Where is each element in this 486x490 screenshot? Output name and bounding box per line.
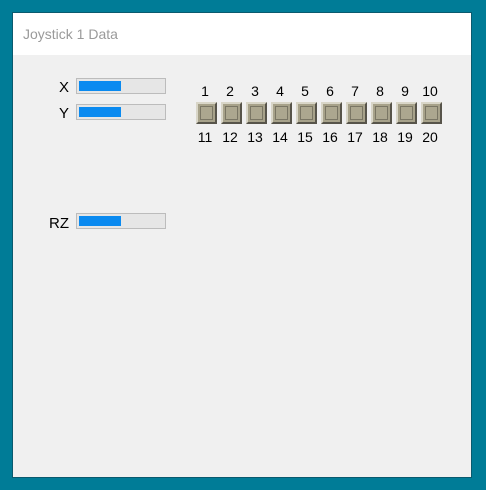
button-number-label: 4 xyxy=(276,83,284,99)
joystick-button-face xyxy=(375,106,388,120)
button-number-label: 3 xyxy=(251,83,259,99)
joystick-button-5 xyxy=(296,102,317,124)
joystick-button-6 xyxy=(321,102,342,124)
button-number-label: 15 xyxy=(297,129,313,145)
button-number-label: 2 xyxy=(226,83,234,99)
button-number-label: 16 xyxy=(322,129,338,145)
window-title: Joystick 1 Data xyxy=(23,26,118,42)
joystick-button-face xyxy=(350,106,363,120)
axis-x-fill xyxy=(79,81,121,91)
joystick-button-3 xyxy=(246,102,267,124)
joystick-button-face xyxy=(325,106,338,120)
axis-rz-fill xyxy=(79,216,121,226)
joystick-button-4 xyxy=(271,102,292,124)
button-number-label: 12 xyxy=(222,129,238,145)
joystick-button-2 xyxy=(221,102,242,124)
axis-y-label: Y xyxy=(58,105,69,122)
button-indicator-row xyxy=(196,102,446,124)
joystick-button-face xyxy=(275,106,288,120)
button-number-label: 19 xyxy=(397,129,413,145)
joystick-button-face xyxy=(200,106,213,120)
joystick-button-face xyxy=(425,106,438,120)
button-number-label: 9 xyxy=(401,83,409,99)
title-bar[interactable]: Joystick 1 Data xyxy=(13,13,471,55)
button-number-label: 13 xyxy=(247,129,263,145)
axis-y-bar xyxy=(76,104,166,120)
button-number-label: 8 xyxy=(376,83,384,99)
joystick-button-face xyxy=(300,106,313,120)
axis-x-bar xyxy=(76,78,166,94)
button-number-label: 6 xyxy=(326,83,334,99)
axis-rz-label: RZ xyxy=(49,215,69,232)
axis-y-fill xyxy=(79,107,121,117)
button-number-label: 14 xyxy=(272,129,288,145)
button-number-label: 20 xyxy=(422,129,438,145)
button-number-label: 10 xyxy=(422,83,438,99)
button-number-label: 1 xyxy=(201,83,209,99)
joystick-button-9 xyxy=(396,102,417,124)
joystick-button-8 xyxy=(371,102,392,124)
button-number-label: 17 xyxy=(347,129,363,145)
button-number-label: 7 xyxy=(351,83,359,99)
button-number-label: 18 xyxy=(372,129,388,145)
button-number-label: 5 xyxy=(301,83,309,99)
joystick-button-face xyxy=(225,106,238,120)
joystick-button-face xyxy=(400,106,413,120)
axis-rz-bar xyxy=(76,213,166,229)
joystick-button-7 xyxy=(346,102,367,124)
joystick-button-10 xyxy=(421,102,442,124)
joystick-data-window: Joystick 1 Data X Y RZ 1 2 3 4 5 6 7 8 9 10 11 12 1… xyxy=(12,12,472,478)
button-number-label: 11 xyxy=(197,129,213,145)
axis-x-label: X xyxy=(58,79,69,96)
joystick-button-1 xyxy=(196,102,217,124)
joystick-button-face xyxy=(250,106,263,120)
